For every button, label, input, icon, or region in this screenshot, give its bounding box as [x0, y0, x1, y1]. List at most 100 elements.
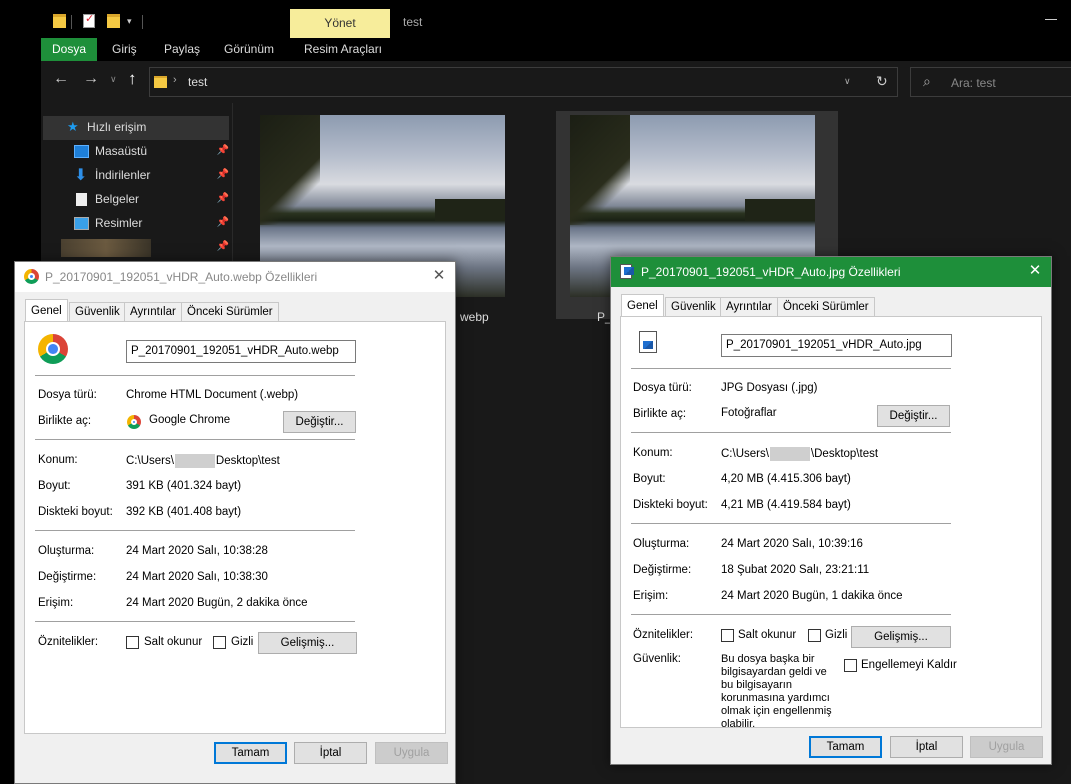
pin-icon[interactable]: 📌 [217, 169, 229, 180]
location-prefix: C:\Users\ [126, 455, 174, 468]
up-arrow-icon[interactable]: ↑ [128, 69, 137, 89]
search-placeholder: Ara: test [951, 76, 996, 90]
minimize-button[interactable] [1045, 19, 1057, 20]
close-icon[interactable]: ✕ [1025, 261, 1045, 279]
disk-size-value: 4,21 MB (4.419.584 bayt) [721, 499, 851, 511]
address-bar[interactable]: › test ∨ ↻ [149, 67, 898, 97]
close-icon[interactable]: ✕ [429, 266, 449, 284]
created-label: Oluşturma: [633, 538, 690, 550]
location-prefix: C:\Users\ [721, 448, 769, 461]
hidden-checkbox[interactable] [808, 629, 821, 642]
ok-button[interactable]: Tamam [809, 736, 882, 758]
forward-arrow-icon[interactable]: → [83, 70, 99, 88]
readonly-label: Salt okunur [144, 636, 203, 648]
properties-dialog-jpg: P_20170901_192051_vHDR_Auto.jpg Özellikl… [610, 256, 1052, 765]
quick-access-dropdown-icon[interactable]: ▾ [127, 16, 132, 27]
refresh-icon[interactable]: ↻ [876, 73, 888, 90]
location-suffix: \Desktop\test [810, 448, 879, 461]
address-dropdown-icon[interactable]: ∨ [844, 76, 851, 87]
unblock-label: Engellemeyi Kaldır [861, 659, 957, 671]
redacted-username [174, 454, 215, 468]
sidebar-item-documents[interactable]: Belgeler 📌 [41, 188, 233, 212]
tab-view[interactable]: Görünüm [224, 38, 274, 61]
dialog-title-bar: P_20170901_192051_vHDR_Auto.jpg Özellikl… [611, 257, 1051, 287]
accessed-label: Erişim: [633, 590, 669, 602]
apply-button[interactable]: Uygula [970, 736, 1043, 758]
ok-button[interactable]: Tamam [214, 742, 287, 764]
redacted-username [769, 447, 810, 461]
opens-with-value: Fotoğraflar [721, 407, 777, 419]
hidden-checkbox[interactable] [213, 636, 226, 649]
pin-icon[interactable]: 📌 [217, 217, 229, 228]
sidebar-item-pictures[interactable]: Resimler 📌 [41, 212, 233, 236]
properties-dialog-webp: P_20170901_192051_vHDR_Auto.webp Özellik… [14, 261, 456, 784]
filename-field[interactable]: P_20170901_192051_vHDR_Auto.webp [126, 340, 356, 363]
separator [631, 614, 951, 615]
tab-home[interactable]: Giriş [112, 38, 137, 61]
apply-button[interactable]: Uygula [375, 742, 448, 764]
advanced-button[interactable]: Gelişmiş... [851, 626, 951, 648]
properties-icon[interactable] [83, 12, 95, 28]
separator [631, 523, 951, 524]
general-panel: P_20170901_192051_vHDR_Auto.webp Dosya t… [24, 321, 446, 734]
tab-details[interactable]: Ayrıntılar [124, 302, 182, 321]
modified-label: Değiştirme: [633, 564, 692, 576]
tab-security[interactable]: Güvenlik [69, 302, 126, 321]
tab-previous-versions[interactable]: Önceki Sürümler [181, 302, 279, 321]
attributes-label: Öznitelikler: [38, 636, 99, 648]
sidebar-item-redacted[interactable]: 📌 [41, 236, 233, 260]
sidebar-item-quick-access[interactable]: ★ Hızlı erişim [43, 116, 229, 140]
disk-size-value: 392 KB (401.408 bayt) [126, 506, 242, 518]
tab-general[interactable]: Genel [25, 299, 68, 322]
filename-field[interactable]: P_20170901_192051_vHDR_Auto.jpg [721, 334, 952, 357]
pin-icon[interactable]: 📌 [217, 193, 229, 204]
opens-with-label: Birlikte aç: [633, 408, 687, 420]
separator [35, 530, 355, 531]
new-folder-icon[interactable] [107, 14, 120, 28]
pin-icon[interactable]: 📌 [217, 145, 229, 156]
quick-access-separator [142, 15, 143, 29]
pin-icon[interactable]: 📌 [217, 241, 229, 252]
redacted-area [61, 239, 151, 257]
file-type-label: Dosya türü: [633, 382, 692, 394]
separator [631, 432, 951, 433]
tab-share[interactable]: Paylaş [164, 38, 200, 61]
breadcrumb-chevron-icon[interactable]: › [173, 74, 177, 86]
search-icon: ⌕ [923, 73, 931, 89]
size-label: Boyut: [38, 480, 71, 492]
tab-picture-tools[interactable]: Resim Araçları [304, 38, 382, 61]
back-arrow-icon[interactable]: ← [53, 70, 69, 88]
readonly-checkbox[interactable] [126, 636, 139, 649]
hidden-label: Gizli [825, 629, 848, 641]
size-value: 391 KB (401.324 bayt) [126, 480, 242, 492]
security-warning-text: Bu dosya başka bir bilgisayardan geldi v… [721, 653, 832, 730]
location-value: C:\Users\ Desktop\test [126, 454, 280, 468]
file-type-value: Chrome HTML Document (.webp) [126, 389, 299, 401]
change-button[interactable]: Değiştir... [877, 405, 950, 427]
readonly-checkbox[interactable] [721, 629, 734, 642]
cancel-button[interactable]: İptal [294, 742, 367, 764]
unblock-checkbox[interactable] [844, 659, 857, 672]
tab-previous-versions[interactable]: Önceki Sürümler [777, 297, 875, 316]
modified-value: 18 Şubat 2020 Salı, 23:21:11 [721, 564, 870, 576]
created-value: 24 Mart 2020 Salı, 10:38:28 [126, 545, 268, 557]
sidebar-item-desktop[interactable]: Masaüstü 📌 [41, 140, 233, 164]
search-input[interactable]: ⌕ Ara: test [910, 67, 1071, 97]
manage-contextual-tab[interactable]: Yönet [290, 9, 390, 38]
advanced-button[interactable]: Gelişmiş... [258, 632, 357, 654]
change-button[interactable]: Değiştir... [283, 411, 356, 433]
tab-security[interactable]: Güvenlik [665, 297, 722, 316]
ribbon-tabs: Dosya Giriş Paylaş Görünüm Resim Araçlar… [41, 38, 1071, 61]
sidebar-item-downloads[interactable]: ⬇ İndirilenler 📌 [41, 164, 233, 188]
file-type-value: JPG Dosyası (.jpg) [721, 382, 818, 394]
tab-general[interactable]: Genel [621, 294, 664, 317]
sidebar-item-label: İndirilenler [95, 168, 151, 182]
tab-details[interactable]: Ayrıntılar [720, 297, 778, 316]
image-file-icon [639, 331, 657, 353]
cancel-button[interactable]: İptal [890, 736, 963, 758]
tab-file[interactable]: Dosya [41, 38, 97, 61]
breadcrumb-test[interactable]: test [188, 75, 207, 89]
hidden-label: Gizli [231, 636, 254, 648]
sidebar-item-label: Resimler [95, 216, 143, 230]
recent-locations-chevron-icon[interactable]: ∨ [110, 74, 117, 85]
